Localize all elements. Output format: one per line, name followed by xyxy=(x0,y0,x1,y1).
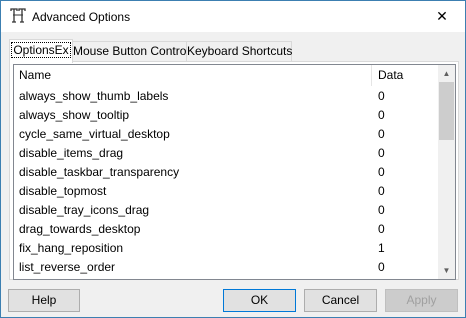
list-row[interactable]: always_show_thumb_labels 0 xyxy=(14,87,444,106)
row-data: 1 xyxy=(378,241,385,255)
tab-panel: Name Data always_show_thumb_labels 0 alw… xyxy=(9,61,459,280)
tab-mouse-button-control[interactable]: Mouse Button Control xyxy=(72,41,190,62)
list-row[interactable]: disable_tray_icons_drag 0 xyxy=(14,201,444,220)
row-data: 0 xyxy=(378,279,385,280)
tab-strip: OptionsEx Mouse Button Control Keyboard … xyxy=(9,39,459,63)
list-row[interactable]: multi_page_wheel_scroll 0 xyxy=(14,277,444,280)
row-name: disable_tray_icons_drag xyxy=(19,203,150,217)
row-data: 0 xyxy=(378,146,385,160)
row-data: 0 xyxy=(378,108,385,122)
row-data: 0 xyxy=(378,184,385,198)
close-icon: ✕ xyxy=(436,8,448,24)
row-data: 0 xyxy=(378,260,385,274)
column-header-data[interactable]: Data xyxy=(372,65,446,86)
row-name: list_reverse_order xyxy=(19,260,116,274)
list-row[interactable]: disable_taskbar_transparency 0 xyxy=(14,163,444,182)
scrollbar-thumb[interactable] xyxy=(439,82,454,140)
app-icon xyxy=(9,8,27,25)
options-list[interactable]: Name Data always_show_thumb_labels 0 alw… xyxy=(13,64,456,280)
row-data: 0 xyxy=(378,89,385,103)
tab-keyboard-shortcuts-label: Keyboard Shortcuts xyxy=(187,44,293,58)
list-row[interactable]: disable_items_drag 0 xyxy=(14,144,444,163)
row-data: 0 xyxy=(378,222,385,236)
list-row[interactable]: cycle_same_virtual_desktop 0 xyxy=(14,125,444,144)
row-name: always_show_tooltip xyxy=(19,108,130,122)
list-rows: always_show_thumb_labels 0 always_show_t… xyxy=(14,87,444,280)
row-name: disable_taskbar_transparency xyxy=(19,165,180,179)
row-name: fix_hang_reposition xyxy=(19,241,124,255)
advanced-options-dialog: Advanced Options ✕ OptionsEx Mouse Butto… xyxy=(0,0,466,318)
help-button[interactable]: Help xyxy=(8,289,80,312)
list-row[interactable]: fix_hang_reposition 1 xyxy=(14,239,444,258)
row-data: 0 xyxy=(378,127,385,141)
title-bar[interactable]: Advanced Options ✕ xyxy=(1,1,465,32)
row-name: multi_page_wheel_scroll xyxy=(19,279,150,280)
list-row[interactable]: always_show_tooltip 0 xyxy=(14,106,444,125)
row-data: 0 xyxy=(378,165,385,179)
row-name: cycle_same_virtual_desktop xyxy=(19,127,170,141)
row-name: drag_towards_desktop xyxy=(19,222,141,236)
row-data: 0 xyxy=(378,203,385,217)
tab-mouse-button-control-label: Mouse Button Control xyxy=(73,44,190,58)
row-name: always_show_thumb_labels xyxy=(19,89,169,103)
apply-button[interactable]: Apply xyxy=(385,289,458,312)
tab-optionsex[interactable]: OptionsEx xyxy=(9,39,73,63)
tab-optionsex-label: OptionsEx xyxy=(11,42,71,58)
row-name: disable_topmost xyxy=(19,184,107,198)
tab-keyboard-shortcuts[interactable]: Keyboard Shortcuts xyxy=(186,41,292,62)
scroll-up-arrow-icon[interactable]: ▲ xyxy=(438,65,455,82)
vertical-scrollbar[interactable]: ▲ ▼ xyxy=(438,65,455,279)
list-row[interactable]: disable_topmost 0 xyxy=(14,182,444,201)
list-row[interactable]: drag_towards_desktop 0 xyxy=(14,220,444,239)
list-row[interactable]: list_reverse_order 0 xyxy=(14,258,444,277)
scroll-down-arrow-icon[interactable]: ▼ xyxy=(438,262,455,279)
cancel-button[interactable]: Cancel xyxy=(304,289,377,312)
window-title: Advanced Options xyxy=(32,10,131,24)
column-header-name[interactable]: Name xyxy=(14,65,372,86)
row-name: disable_items_drag xyxy=(19,146,124,160)
close-button[interactable]: ✕ xyxy=(419,1,465,32)
list-header: Name Data xyxy=(14,65,446,86)
ok-button[interactable]: OK xyxy=(223,289,296,312)
